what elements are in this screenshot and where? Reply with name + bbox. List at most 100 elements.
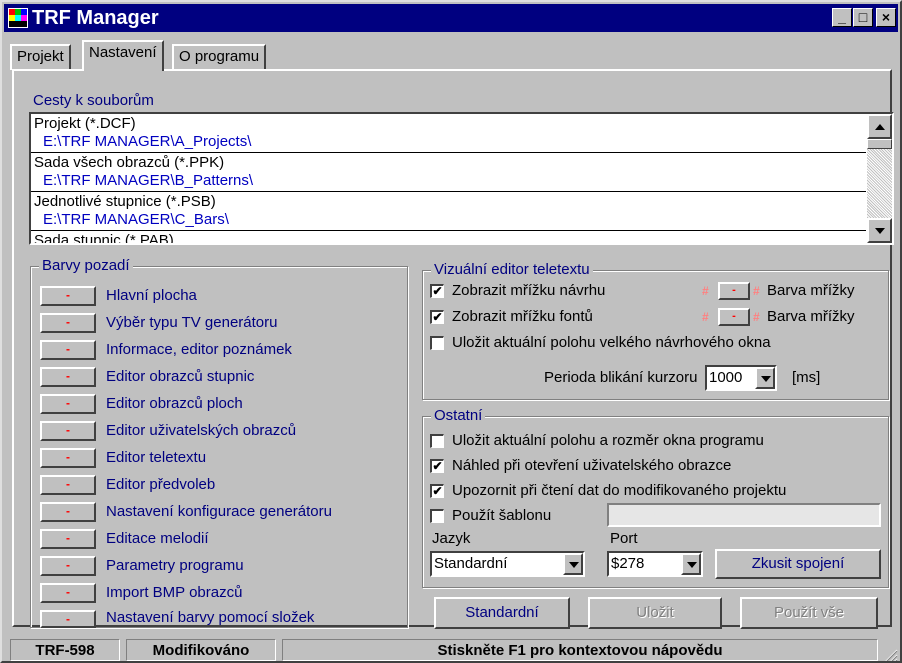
color-button-konfigurace[interactable]: - xyxy=(40,502,96,522)
list-item[interactable]: Projekt (*.DCF) E:\TRF MANAGER\A_Project… xyxy=(31,114,866,153)
dropdown-button[interactable] xyxy=(681,553,701,575)
button-label: Uložit xyxy=(636,604,674,621)
list-item[interactable]: Sada stupnic (*.PAB) xyxy=(31,231,866,245)
blink-period-label: Perioda blikání kurzoru xyxy=(544,369,698,386)
color-button-import-bmp[interactable]: - xyxy=(40,583,96,603)
arrow-up-icon xyxy=(875,124,885,130)
color-button-editor-stupnic[interactable]: - xyxy=(40,367,96,387)
language-label: Jazyk xyxy=(432,530,471,547)
color-label: Výběr typu TV generátoru xyxy=(106,314,278,331)
close-icon: × xyxy=(881,9,891,25)
color-label: Editor uživatelských obrazců xyxy=(106,422,297,439)
button-label: - xyxy=(66,315,70,329)
title-bar[interactable]: TRF Manager _ □ × xyxy=(4,4,898,32)
color-button-parametry[interactable]: - xyxy=(40,556,96,576)
chevron-down-icon xyxy=(687,562,697,568)
warn-modified-label: Upozornit při čtení dat do modifikovanéh… xyxy=(452,482,787,499)
color-button-editor-uzivatelskych[interactable]: - xyxy=(40,421,96,441)
color-button-informace[interactable]: - xyxy=(40,340,96,360)
blink-period-select[interactable]: 1000 xyxy=(705,365,777,391)
button-label: - xyxy=(66,423,70,437)
list-item[interactable]: Sada všech obrazců (*.PPK) E:\TRF MANAGE… xyxy=(31,153,866,192)
button-label: Standardní xyxy=(465,604,539,621)
color-label: Editor obrazců stupnic xyxy=(106,368,255,385)
status-bar: TRF-598 Modifikováno Stiskněte F1 pro ko… xyxy=(4,636,898,663)
show-grid-design-checkbox[interactable]: ✔ xyxy=(430,284,444,298)
tab-o-programu[interactable]: O programu xyxy=(172,44,267,70)
color-button-hlavni-plocha[interactable]: - xyxy=(40,286,96,306)
tab-label: O programu xyxy=(179,48,260,65)
warn-modified-checkbox[interactable]: ✔ xyxy=(430,484,444,498)
tab-projekt[interactable]: Projekt xyxy=(10,44,71,70)
button-label: - xyxy=(66,531,70,545)
try-connect-button[interactable]: Zkusit spojení xyxy=(715,549,881,579)
show-grid-fonts-checkbox[interactable]: ✔ xyxy=(430,310,444,324)
window-title: TRF Manager xyxy=(32,7,159,29)
color-label: Hlavní plocha xyxy=(106,287,197,304)
list-item-path: E:\TRF MANAGER\B_Patterns\ xyxy=(43,172,254,189)
color-label: Nastavení barvy pomocí složek xyxy=(106,609,315,626)
use-template-label: Použít šablonu xyxy=(452,507,552,524)
apply-all-button[interactable]: Použít vše xyxy=(740,597,878,629)
color-button-vyber-typu[interactable]: - xyxy=(40,313,96,333)
button-label: - xyxy=(66,288,70,302)
standard-button[interactable]: Standardní xyxy=(434,597,570,629)
button-label: - xyxy=(66,504,70,518)
list-item-name: Sada všech obrazců (*.PPK) xyxy=(34,154,225,171)
list-item[interactable]: Jednotlivé stupnice (*.PSB) E:\TRF MANAG… xyxy=(31,192,866,231)
template-field xyxy=(607,503,881,527)
button-label: - xyxy=(66,450,70,464)
bg-colors-legend: Barvy pozadí xyxy=(39,257,133,275)
blink-period-unit: [ms] xyxy=(792,369,821,386)
preview-checkbox[interactable]: ✔ xyxy=(430,459,444,473)
scroll-down-button[interactable] xyxy=(867,218,892,243)
port-select[interactable]: $278 xyxy=(607,551,703,577)
scroll-up-button[interactable] xyxy=(867,114,892,139)
app-icon xyxy=(8,8,28,28)
save-window-checkbox[interactable] xyxy=(430,434,444,448)
button-label: - xyxy=(66,477,70,491)
dropdown-button[interactable] xyxy=(563,553,583,575)
show-grid-fonts-label: Zobrazit mřížku fontů xyxy=(452,308,593,325)
button-label: - xyxy=(732,310,736,322)
close-button[interactable]: × xyxy=(876,8,896,27)
grid-hash-icon: # xyxy=(753,310,760,324)
color-button-editor-ploch[interactable]: - xyxy=(40,394,96,414)
list-item-name: Sada stupnic (*.PAB) xyxy=(34,232,174,245)
other-legend: Ostatní xyxy=(431,407,486,425)
grid-hash-icon: # xyxy=(702,284,709,298)
list-item-path: E:\TRF MANAGER\C_Bars\ xyxy=(43,211,229,228)
port-value: $278 xyxy=(611,555,645,572)
tab-nastaveni[interactable]: Nastavení xyxy=(82,40,164,71)
button-label: Zkusit spojení xyxy=(751,555,845,572)
minimize-button[interactable]: _ xyxy=(832,8,852,27)
button-label: - xyxy=(66,585,70,599)
color-button-melodii[interactable]: - xyxy=(40,529,96,549)
chevron-down-icon xyxy=(761,376,771,382)
color-label: Editace melodií xyxy=(106,530,209,547)
scroll-thumb[interactable] xyxy=(867,139,892,149)
status-state: Modifikováno xyxy=(126,639,276,661)
language-select[interactable]: Standardní xyxy=(430,551,585,577)
save-editor-position-label: Uložit aktuální polohu velkého návrhovéh… xyxy=(452,334,771,351)
color-button-slozek[interactable]: - xyxy=(40,610,96,628)
blink-period-value: 1000 xyxy=(709,369,743,386)
save-button[interactable]: Uložit xyxy=(588,597,722,629)
color-button-editor-predvoleb[interactable]: - xyxy=(40,475,96,495)
color-label: Nastavení konfigurace generátoru xyxy=(106,503,332,520)
resize-grip-icon[interactable] xyxy=(882,647,898,663)
vertical-scrollbar[interactable] xyxy=(867,114,892,243)
list-item-name: Jednotlivé stupnice (*.PSB) xyxy=(34,193,216,210)
button-label: - xyxy=(66,396,70,410)
use-template-checkbox[interactable] xyxy=(430,509,444,523)
color-button-editor-teletextu[interactable]: - xyxy=(40,448,96,468)
tab-label: Projekt xyxy=(17,48,64,65)
paths-listbox[interactable]: Projekt (*.DCF) E:\TRF MANAGER\A_Project… xyxy=(29,112,894,245)
grid-color-button-design[interactable]: - xyxy=(718,282,750,300)
save-editor-position-checkbox[interactable] xyxy=(430,336,444,350)
color-label: Editor předvoleb xyxy=(106,476,216,493)
grid-color-button-fonts[interactable]: - xyxy=(718,308,750,326)
dropdown-button[interactable] xyxy=(755,367,775,389)
tab-label: Nastavení xyxy=(89,44,157,61)
maximize-button[interactable]: □ xyxy=(853,8,873,27)
